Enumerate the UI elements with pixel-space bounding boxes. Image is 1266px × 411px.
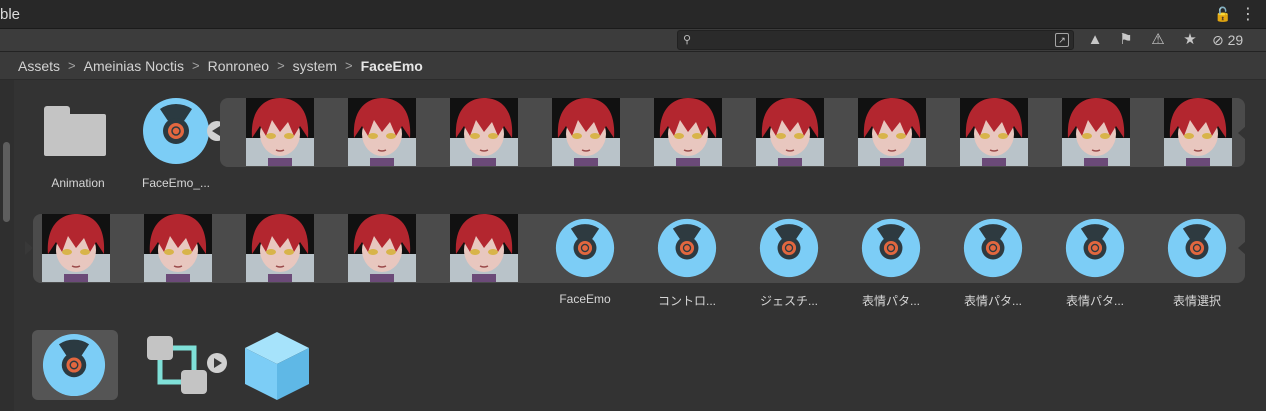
subasset-strip (33, 214, 1245, 283)
faceemo-icon (42, 333, 106, 397)
search-field[interactable]: ⚲ ↗ (677, 30, 1074, 50)
face-thumbnail[interactable] (960, 98, 1028, 166)
faceemo-asset[interactable]: コントロ... (657, 218, 717, 308)
faceemo-icon (1065, 218, 1125, 283)
hidden-packages-toggle[interactable]: ⊘ 29 (1212, 29, 1243, 51)
faceemo-asset[interactable]: 表情選択 (1167, 218, 1227, 308)
faceemo-icon (759, 218, 819, 283)
prefab-cube-icon (245, 332, 309, 400)
faceemo-icon (1167, 218, 1227, 283)
asset-label: Animation (51, 176, 105, 190)
face-thumbnail[interactable] (348, 214, 416, 282)
animator-controller-icon (147, 336, 207, 394)
face-thumbnail[interactable] (1164, 98, 1232, 166)
faceemo-asset[interactable]: 表情パタ... (963, 218, 1023, 308)
kebab-menu-icon[interactable]: ⋮ (1240, 4, 1256, 24)
advanced-search-icon[interactable]: ↗ (1055, 33, 1069, 47)
chevron-right-icon: > (191, 58, 200, 73)
folder-icon (44, 106, 106, 156)
face-thumbnail[interactable] (756, 98, 824, 166)
face-thumbnail[interactable] (450, 214, 518, 282)
face-thumbnail[interactable] (348, 98, 416, 166)
asset-animator-controller[interactable] (145, 334, 209, 401)
breadcrumb-item[interactable]: Ameinias Noctis (84, 58, 184, 74)
faceemo-icon (963, 218, 1023, 283)
breadcrumb-item[interactable]: Assets (18, 58, 60, 74)
breadcrumb-item[interactable]: system (293, 58, 337, 74)
asset-label: FaceEmo_... (141, 176, 211, 190)
faceemo-icon (657, 218, 717, 283)
strip-edge (25, 241, 33, 255)
project-toolbar: ⚲ ↗ ▲ ⚑ ⚠ ★ ⊘ 29 (0, 29, 1266, 52)
face-thumbnail[interactable] (1062, 98, 1130, 166)
search-icon: ⚲ (683, 34, 692, 46)
face-thumbnail[interactable] (450, 98, 518, 166)
favorite-icon[interactable]: ★ (1175, 29, 1205, 51)
asset-label: 表情パタ... (861, 294, 920, 308)
chevron-right-icon: > (68, 58, 76, 73)
face-thumbnail[interactable] (42, 214, 110, 282)
asset-label: FaceEmo (559, 292, 611, 306)
chevron-right-icon: > (345, 58, 353, 73)
breadcrumb-current[interactable]: FaceEmo (361, 58, 423, 74)
face-thumbnail[interactable] (144, 214, 212, 282)
chevron-right-icon: > (277, 58, 285, 73)
faceemo-icon (143, 98, 209, 164)
face-thumbnail[interactable] (858, 98, 926, 166)
asset-label: コントロ... (657, 294, 716, 308)
faceemo-icon (861, 218, 921, 283)
strip-edge (1238, 126, 1246, 140)
log-icon[interactable]: ⚠ (1143, 29, 1173, 51)
window-title: ble (0, 6, 21, 23)
scrollbar-thumb[interactable] (3, 142, 10, 222)
face-thumbnail[interactable] (654, 98, 722, 166)
folder-tree-edge (0, 80, 14, 411)
asset-prefab[interactable] (243, 330, 311, 407)
filter-by-type-icon[interactable]: ▲ (1080, 29, 1110, 51)
breadcrumb: Assets > Ameinias Noctis > Ronroneo > sy… (0, 52, 1266, 80)
hidden-count: 29 (1227, 32, 1244, 48)
expand-subassets-button[interactable] (207, 353, 227, 373)
asset-label: ジェスチ... (759, 294, 818, 308)
window-title-bar: ble 🔓 ⋮ (0, 0, 1266, 29)
faceemo-asset[interactable]: 表情パタ... (1065, 218, 1125, 308)
eye-slash-icon: ⊘ (1212, 32, 1224, 48)
asset-label: 表情パタ... (1065, 294, 1124, 308)
face-thumbnail[interactable] (552, 98, 620, 166)
filter-by-label-icon[interactable]: ⚑ (1111, 29, 1141, 51)
breadcrumb-item[interactable]: Ronroneo (208, 58, 270, 74)
faceemo-asset[interactable]: 表情パタ... (861, 218, 921, 308)
face-thumbnail[interactable] (246, 214, 314, 282)
faceemo-asset[interactable]: ジェスチ... (759, 218, 819, 308)
faceemo-asset[interactable]: FaceEmo (555, 218, 615, 306)
faceemo-icon (555, 218, 615, 283)
lock-icon[interactable]: 🔓 (1214, 6, 1231, 23)
asset-label: 表情選択 (1172, 294, 1221, 308)
strip-edge (1238, 241, 1246, 255)
face-thumbnail[interactable] (246, 98, 314, 166)
asset-label: 表情パタ... (963, 294, 1022, 308)
